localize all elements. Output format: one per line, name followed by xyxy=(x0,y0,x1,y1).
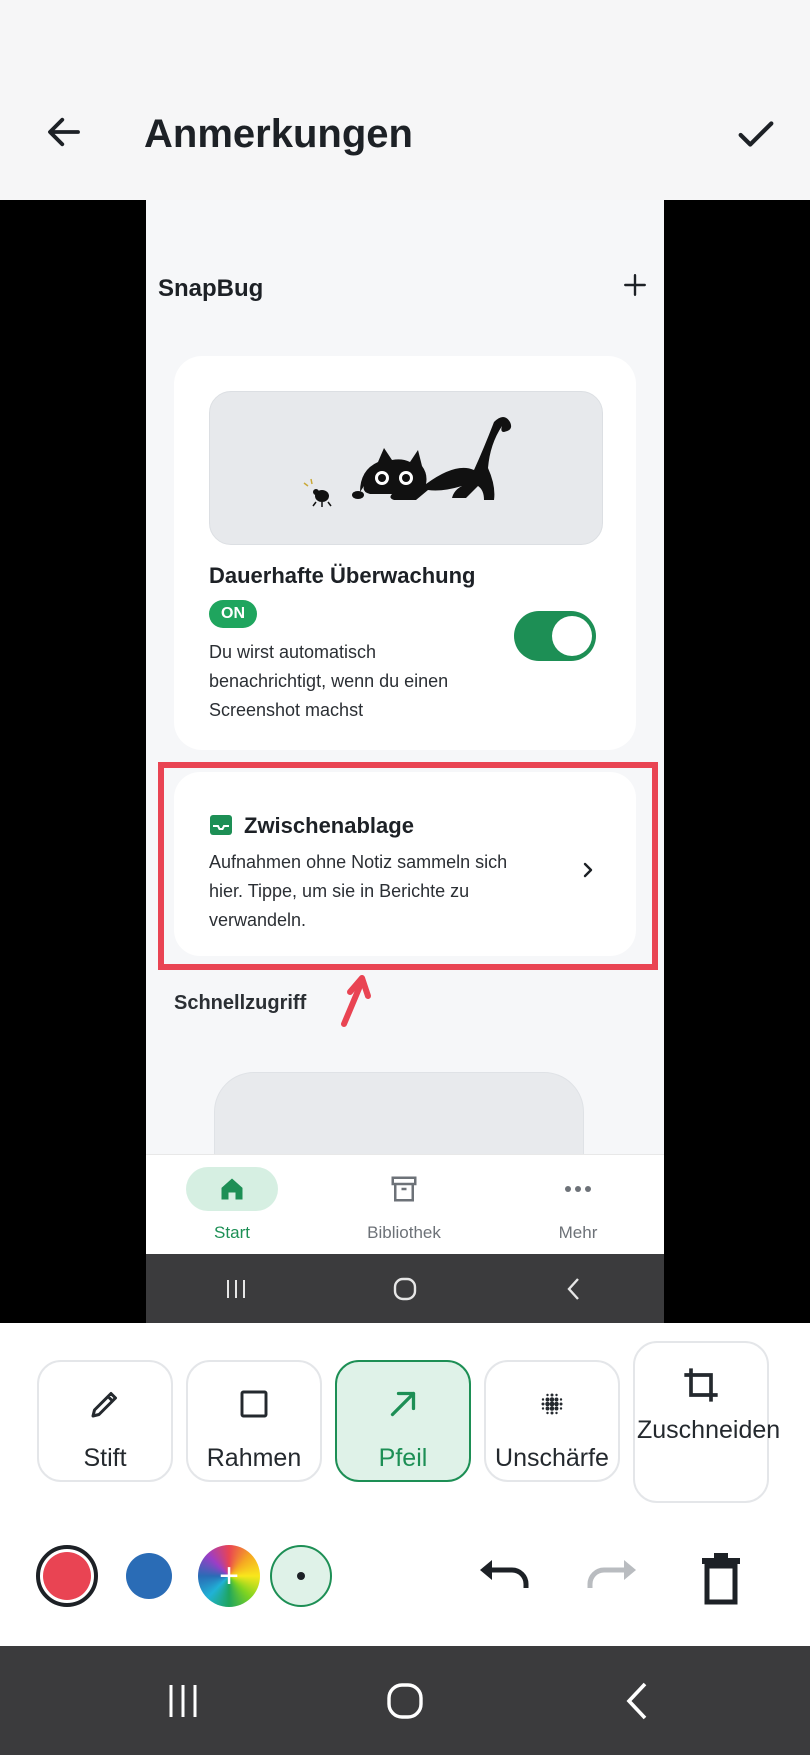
blur-icon xyxy=(532,1384,572,1424)
crop-icon xyxy=(681,1365,721,1405)
nav-label: Mehr xyxy=(558,1223,598,1242)
trash-icon xyxy=(702,1553,740,1605)
recents-icon xyxy=(169,1684,197,1717)
plus-icon: + xyxy=(219,1556,239,1595)
status-badge: ON xyxy=(209,600,257,628)
home-icon xyxy=(186,1167,278,1211)
tool-label: Rahmen xyxy=(206,1444,302,1472)
tool-label: Stift xyxy=(83,1444,127,1472)
arrow-icon xyxy=(383,1384,423,1424)
page-title: Anmerkungen xyxy=(144,112,413,156)
home-circle-icon xyxy=(387,1682,423,1719)
back-chevron-icon xyxy=(514,1254,634,1323)
tool-blur-button[interactable]: Unschärfe xyxy=(484,1360,620,1482)
color-fill xyxy=(43,1552,91,1600)
color-swatch-blue[interactable] xyxy=(126,1553,172,1599)
screenshot-system-nav-bar xyxy=(146,1254,664,1323)
screenshot-image[interactable]: SnapBug Dauerhafte Überwachung ON Du wir… xyxy=(146,200,664,1323)
add-icon xyxy=(618,268,652,302)
tool-label: Zuschneiden xyxy=(637,1416,781,1444)
monitoring-description: Du wirst automatisch benachrichtigt, wen… xyxy=(209,642,449,720)
monitoring-title: Dauerhafte Überwachung xyxy=(209,563,476,588)
square-icon xyxy=(234,1384,274,1424)
arrow-annotation[interactable] xyxy=(336,970,386,1030)
top-app-bar xyxy=(0,0,810,200)
home-circle-icon xyxy=(345,1254,465,1323)
annotation-toolbar: Stift Rahmen Pfeil Unschärfe Zuschneiden xyxy=(0,1323,810,1523)
home-button[interactable] xyxy=(370,1646,440,1755)
tool-label: Pfeil xyxy=(378,1444,428,1472)
arrow-left-icon xyxy=(48,117,80,147)
cat-illustration xyxy=(209,391,603,545)
nav-label: Start xyxy=(214,1223,250,1242)
dot-icon xyxy=(297,1572,305,1580)
nav-label: Bibliothek xyxy=(367,1223,441,1242)
redo-icon xyxy=(587,1560,636,1588)
tool-rectangle-button[interactable]: Rahmen xyxy=(186,1360,322,1482)
archive-icon xyxy=(358,1167,450,1211)
more-dots-icon xyxy=(532,1167,624,1211)
tool-arrow-button[interactable]: Pfeil xyxy=(335,1360,471,1482)
toggle-knob xyxy=(552,616,592,656)
tool-label: Unschärfe xyxy=(495,1444,609,1472)
back-chevron-icon xyxy=(626,1682,647,1719)
nav-item-library: Bibliothek xyxy=(318,1155,490,1255)
monitoring-card: Dauerhafte Überwachung ON Du wirst autom… xyxy=(174,356,636,750)
pencil-icon xyxy=(85,1384,125,1424)
stroke-size-button[interactable] xyxy=(270,1545,332,1607)
color-swatch-red[interactable] xyxy=(36,1545,98,1607)
monitoring-toggle xyxy=(514,611,596,661)
redo-button[interactable] xyxy=(582,1550,642,1606)
bottom-navigation: Start Bibliothek Mehr xyxy=(146,1154,664,1255)
tool-pencil-button[interactable]: Stift xyxy=(37,1360,173,1482)
delete-button[interactable] xyxy=(694,1550,748,1606)
nav-item-more: Mehr xyxy=(492,1155,664,1255)
confirm-button[interactable] xyxy=(726,104,786,164)
system-back-button[interactable] xyxy=(602,1646,672,1755)
system-navigation-bar xyxy=(0,1646,810,1755)
undo-icon xyxy=(480,1560,529,1588)
app-title: SnapBug xyxy=(158,275,264,302)
quick-access-label: Schnellzugriff xyxy=(174,992,307,1014)
checkmark-icon xyxy=(738,121,774,147)
recents-button[interactable] xyxy=(148,1646,218,1755)
undo-button[interactable] xyxy=(474,1550,534,1606)
back-button[interactable] xyxy=(36,104,92,160)
color-picker-button[interactable]: + xyxy=(198,1545,260,1607)
nav-item-start: Start xyxy=(146,1155,318,1255)
recents-icon xyxy=(176,1254,296,1323)
rectangle-annotation[interactable] xyxy=(158,762,658,970)
color-toolbar xyxy=(0,1523,810,1646)
tool-crop-button[interactable]: Zuschneiden xyxy=(633,1341,781,1503)
